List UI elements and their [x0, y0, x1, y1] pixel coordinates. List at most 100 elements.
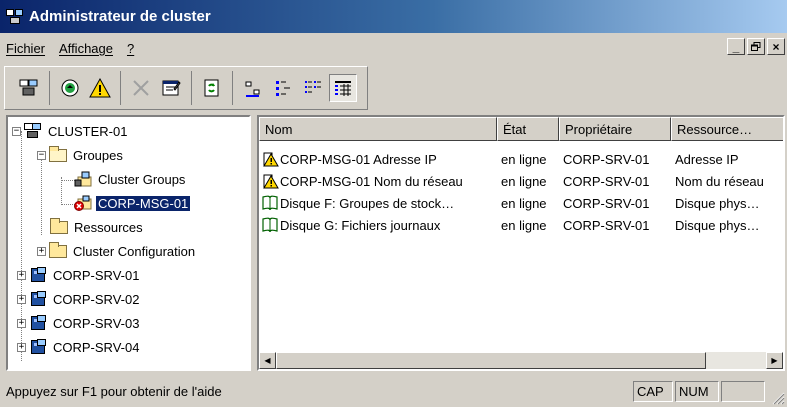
scroll-left-icon[interactable]: ◀	[259, 352, 276, 369]
cluster-open-icon[interactable]	[15, 74, 43, 102]
tree-item-cluster-configuration[interactable]: + Cluster Configuration	[37, 240, 197, 262]
refresh-icon[interactable]	[198, 74, 226, 102]
open-folder-icon	[49, 146, 67, 163]
caps-lock-indicator: CAP	[633, 381, 673, 402]
list-header: Nom État Propriétaire Ressource…	[259, 117, 783, 141]
tree-item-server[interactable]: + CORP-SRV-02	[17, 288, 141, 310]
scroll-thumb[interactable]	[276, 352, 706, 369]
tree-label: CORP-SRV-03	[53, 315, 140, 331]
cluster-tree[interactable]: − CLUSTER-01 − Groupes Cluster Groups CO…	[6, 115, 251, 371]
warning-resource-icon	[261, 151, 279, 167]
expand-icon[interactable]: +	[17, 294, 26, 304]
status-bar: Appuyez sur F1 pour obtenir de l'aide CA…	[0, 376, 787, 407]
mdi-close-button[interactable]: ×	[767, 38, 785, 55]
expand-icon[interactable]: +	[37, 246, 46, 256]
row-state: en ligne	[501, 151, 547, 167]
tree-label: CLUSTER-01	[48, 123, 128, 139]
row-state: en ligne	[501, 173, 547, 189]
tree-item-cluster-groups[interactable]: Cluster Groups	[74, 168, 187, 190]
expand-icon[interactable]: +	[17, 270, 26, 280]
folder-icon	[49, 242, 67, 259]
cluster-admin-icon	[6, 8, 24, 25]
tree-item-server[interactable]: + CORP-SRV-01	[17, 264, 141, 286]
list-view-icon[interactable]	[299, 74, 327, 102]
column-header-ressource[interactable]: Ressource…	[671, 117, 783, 141]
row-owner: CORP-SRV-01	[563, 217, 650, 233]
toolbar	[4, 66, 368, 110]
delete-icon[interactable]	[127, 74, 155, 102]
collapse-icon[interactable]: −	[37, 150, 46, 160]
menu-help[interactable]: ?	[127, 41, 134, 56]
bring-online-icon[interactable]	[56, 74, 84, 102]
tree-label: Cluster Configuration	[73, 243, 196, 259]
expand-icon[interactable]: +	[17, 342, 26, 352]
tree-item-groupes[interactable]: − Groupes	[37, 144, 125, 166]
large-icons-icon[interactable]	[239, 74, 267, 102]
server-icon	[29, 267, 47, 283]
column-header-etat[interactable]: État	[497, 117, 559, 141]
tree-label: CORP-SRV-01	[53, 267, 140, 283]
cluster-icon	[24, 123, 42, 139]
row-name: CORP-MSG-01 Adresse IP	[280, 151, 437, 167]
row-type: Disque phys…	[675, 195, 760, 211]
status-help-text: Appuyez sur F1 pour obtenir de l'aide	[6, 384, 222, 399]
server-icon	[29, 339, 47, 355]
row-type: Nom du réseau	[675, 173, 764, 189]
horizontal-scrollbar[interactable]: ◀ ▶	[259, 352, 783, 369]
row-name: Disque F: Groupes de stock…	[280, 195, 455, 211]
list-row[interactable]: CORP-MSG-01 Adresse IP en ligne CORP-SRV…	[259, 148, 783, 170]
tree-item-server[interactable]: + CORP-SRV-04	[17, 336, 141, 358]
menu-bar: Fichier Affichage ? _ ×	[0, 36, 787, 60]
tree-label: CORP-SRV-02	[53, 291, 140, 307]
group-offline-icon	[74, 195, 92, 211]
row-state: en ligne	[501, 217, 547, 233]
row-owner: CORP-SRV-01	[563, 195, 650, 211]
server-icon	[29, 291, 47, 307]
row-state: en ligne	[501, 195, 547, 211]
scroll-lock-indicator	[721, 381, 765, 402]
row-name: CORP-MSG-01 Nom du réseau	[280, 173, 463, 189]
tree-item-server[interactable]: + CORP-SRV-03	[17, 312, 141, 334]
tree-item-ressources[interactable]: Ressources	[50, 216, 145, 238]
tree-item-cluster[interactable]: − CLUSTER-01	[12, 120, 129, 142]
scroll-right-icon[interactable]: ▶	[766, 352, 783, 369]
disk-resource-icon	[261, 195, 279, 211]
warning-resource-icon	[261, 173, 279, 189]
tree-label: CORP-MSG-01	[94, 194, 192, 212]
column-header-nom[interactable]: Nom	[259, 117, 497, 141]
server-icon	[29, 315, 47, 331]
title-bar[interactable]: Administrateur de cluster	[0, 0, 787, 33]
row-owner: CORP-SRV-01	[563, 173, 650, 189]
tree-label: Ressources	[74, 219, 143, 235]
collapse-icon[interactable]: −	[12, 126, 21, 136]
list-row[interactable]: CORP-MSG-01 Nom du réseau en ligne CORP-…	[259, 170, 783, 192]
resource-list[interactable]: Nom État Propriétaire Ressource… CORP-MS…	[257, 115, 785, 371]
tree-label: Cluster Groups	[98, 171, 186, 187]
disk-resource-icon	[261, 217, 279, 233]
tree-label: Groupes	[73, 147, 123, 163]
window-title: Administrateur de cluster	[29, 8, 211, 25]
folder-icon	[50, 218, 68, 235]
warning-icon[interactable]	[86, 74, 114, 102]
properties-icon[interactable]	[157, 74, 185, 102]
resize-grip-icon[interactable]	[771, 391, 785, 405]
num-lock-indicator: NUM	[675, 381, 719, 402]
tree-item-corp-msg-01[interactable]: CORP-MSG-01	[74, 192, 192, 214]
small-icons-icon[interactable]	[269, 74, 297, 102]
details-view-icon[interactable]	[329, 74, 357, 102]
row-type: Adresse IP	[675, 151, 739, 167]
list-row[interactable]: Disque F: Groupes de stock… en ligne COR…	[259, 192, 783, 214]
row-name: Disque G: Fichiers journaux	[280, 217, 441, 233]
row-type: Disque phys…	[675, 217, 760, 233]
group-icon	[74, 171, 92, 187]
mdi-restore-button[interactable]	[747, 38, 765, 55]
expand-icon[interactable]: +	[17, 318, 26, 328]
menu-affichage[interactable]: Affichage	[59, 41, 113, 56]
column-header-proprietaire[interactable]: Propriétaire	[559, 117, 671, 141]
menu-fichier[interactable]: Fichier	[6, 41, 45, 56]
mdi-minimize-button[interactable]: _	[727, 38, 745, 55]
mdi-window-controls: _ ×	[727, 38, 785, 55]
row-owner: CORP-SRV-01	[563, 151, 650, 167]
list-row[interactable]: Disque G: Fichiers journaux en ligne COR…	[259, 214, 783, 236]
tree-label: CORP-SRV-04	[53, 339, 140, 355]
